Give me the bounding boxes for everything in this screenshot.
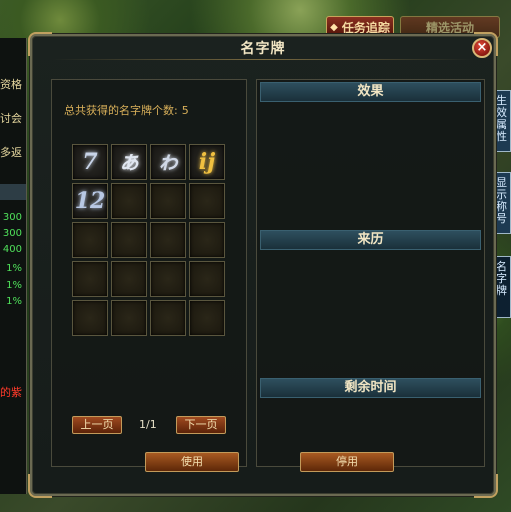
- prev-page-button[interactable]: 上一页: [72, 416, 122, 434]
- empty-card-slot[interactable]: [150, 222, 186, 258]
- stop-button[interactable]: 停用: [300, 452, 394, 472]
- empty-card-slot[interactable]: [150, 183, 186, 219]
- name-card-dialog: 名字牌 × 总共获得的名字牌个数: 5 7 ぁゎ ĳ 12 上一页 1/1 下一页 效果…: [28, 32, 498, 498]
- left-panel-number: 300: [2, 212, 22, 223]
- left-panel-number: 1%: [6, 296, 22, 307]
- name-card-icon: ゎ: [156, 149, 179, 175]
- empty-card-slot[interactable]: [111, 300, 147, 336]
- left-panel-number: 400: [2, 244, 22, 255]
- title-divider: [52, 59, 474, 60]
- close-button[interactable]: ×: [472, 38, 492, 58]
- time-left-header: 剩余时间: [260, 378, 481, 398]
- empty-card-slot[interactable]: [72, 300, 108, 336]
- left-panel-divider: [0, 184, 26, 200]
- name-card-slot[interactable]: 12: [72, 183, 108, 219]
- name-card-slot[interactable]: ĳ: [189, 144, 225, 180]
- empty-card-slot[interactable]: [150, 261, 186, 297]
- name-card-slot[interactable]: 7: [72, 144, 108, 180]
- effect-header: 效果: [260, 82, 481, 102]
- background-left-panel: 资格 讨会 多返 300 300 400 1% 1% 1% 的紫: [0, 38, 27, 494]
- empty-card-slot[interactable]: [72, 222, 108, 258]
- name-card-slot[interactable]: ゎ: [150, 144, 186, 180]
- origin-header: 来历: [260, 230, 481, 250]
- name-card-icon: 12: [74, 188, 106, 214]
- name-card-icon: ĳ: [198, 149, 216, 175]
- left-panel-red-text: 的紫: [0, 386, 22, 399]
- left-panel-number: 300: [2, 228, 22, 239]
- frame-corner: [28, 474, 52, 498]
- quest-icon: ◆: [330, 21, 338, 33]
- empty-card-slot[interactable]: [189, 300, 225, 336]
- empty-card-slot[interactable]: [189, 183, 225, 219]
- left-panel-number: 1%: [6, 280, 22, 291]
- next-page-button[interactable]: 下一页: [176, 416, 226, 434]
- use-button[interactable]: 使用: [145, 452, 239, 472]
- empty-card-slot[interactable]: [111, 183, 147, 219]
- left-panel-number: 1%: [6, 263, 22, 274]
- card-collection-panel: 总共获得的名字牌个数: 5 7 ぁゎ ĳ 12 上一页 1/1 下一页: [51, 79, 247, 467]
- dialog-title: 名字牌: [240, 41, 286, 57]
- card-count-label: 总共获得的名字牌个数: 5: [64, 104, 189, 117]
- frame-corner: [474, 474, 498, 498]
- empty-card-slot[interactable]: [111, 261, 147, 297]
- empty-card-slot[interactable]: [189, 222, 225, 258]
- card-info-panel: 效果 来历 剩余时间: [256, 79, 485, 467]
- name-card-icon: ぁ: [117, 149, 140, 175]
- left-panel-text: 多返: [0, 146, 22, 159]
- name-card-slot[interactable]: ぁ: [111, 144, 147, 180]
- empty-card-slot[interactable]: [72, 261, 108, 297]
- empty-card-slot[interactable]: [111, 222, 147, 258]
- name-card-icon: 7: [82, 149, 98, 175]
- card-count-value: 5: [181, 104, 189, 117]
- empty-card-slot[interactable]: [150, 300, 186, 336]
- empty-card-slot[interactable]: [189, 261, 225, 297]
- page-indicator: 1/1: [139, 418, 157, 431]
- left-panel-text: 资格: [0, 78, 22, 91]
- left-panel-text: 讨会: [0, 112, 22, 125]
- card-grid: 7 ぁゎ ĳ 12: [72, 144, 228, 339]
